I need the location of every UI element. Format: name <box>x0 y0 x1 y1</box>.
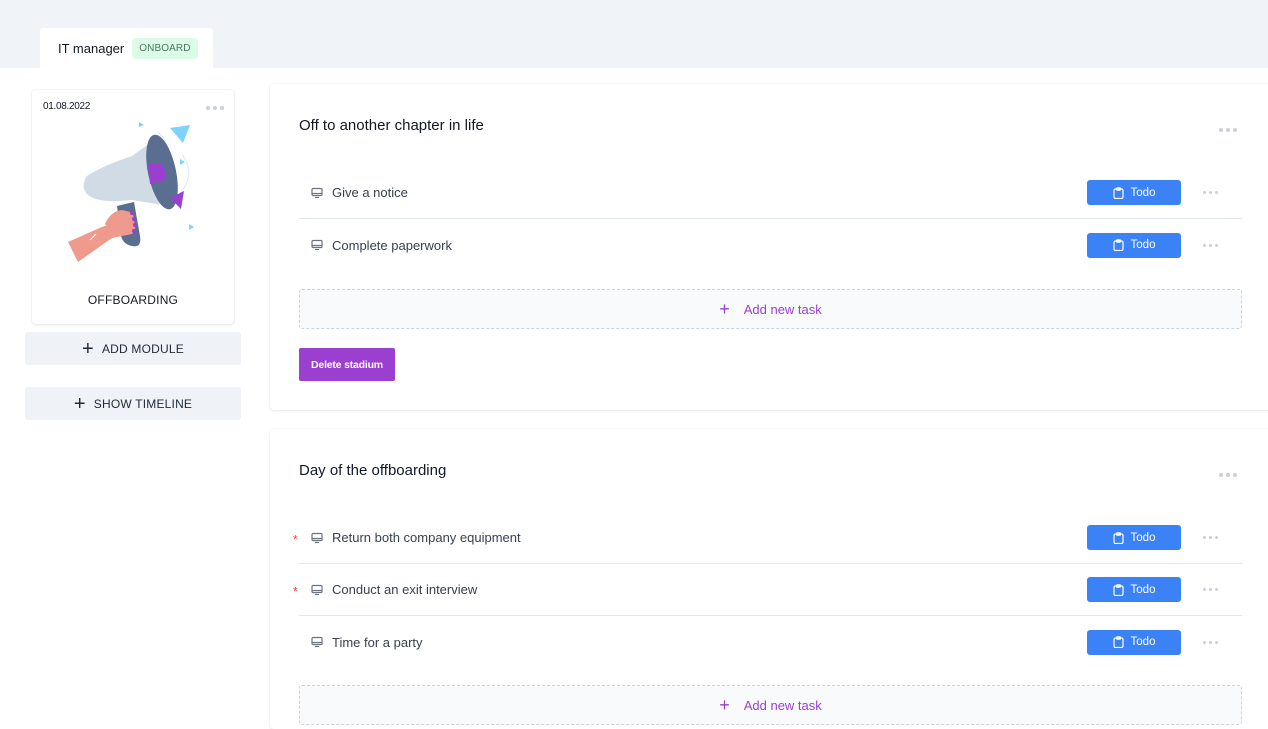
todo-label: Todo <box>1130 239 1156 251</box>
todo-label: Todo <box>1130 636 1156 648</box>
plus-icon: + <box>719 695 730 715</box>
todo-status-button[interactable]: Todo <box>1087 180 1181 205</box>
task-more-icon[interactable] <box>1203 588 1218 591</box>
task-more-icon[interactable] <box>1203 640 1218 644</box>
megaphone-illustration <box>68 122 194 262</box>
task-row[interactable]: * Return both company equipment Todo <box>293 512 1242 564</box>
stage-card: Day of the offboarding * Return both com… <box>270 429 1268 729</box>
task-row[interactable]: * Conduct an exit interview Todo <box>293 564 1242 616</box>
monitor-icon <box>311 636 323 648</box>
task-name: Give a notice <box>332 185 408 200</box>
show-timeline-button[interactable]: + SHOW TIMELINE <box>25 387 241 420</box>
task-more-icon[interactable] <box>1203 243 1218 247</box>
required-marker: * <box>293 531 298 546</box>
task-name: Complete paperwork <box>332 237 452 253</box>
todo-status-button[interactable]: Todo <box>1087 629 1181 655</box>
monitor-icon <box>311 187 323 198</box>
delete-stage-button[interactable]: Delete stadium <box>299 348 395 381</box>
plus-icon: + <box>73 392 86 415</box>
add-module-label: ADD MODULE <box>101 341 184 356</box>
stage-more-icon[interactable] <box>1219 128 1237 132</box>
task-row[interactable]: Time for a party Todo <box>299 616 1242 668</box>
task-more-icon[interactable] <box>1203 191 1218 194</box>
todo-label: Todo <box>1130 186 1156 199</box>
task-name: Conduct an exit interview <box>332 582 478 597</box>
module-title: OFFBOARDING <box>87 293 179 307</box>
module-date: 01.08.2022 <box>43 101 91 112</box>
required-marker: * <box>293 583 298 598</box>
clipboard-icon <box>1112 583 1124 596</box>
tab-it-manager[interactable]: IT manager ONBOARD <box>40 28 213 68</box>
task-name: Return both company equipment <box>332 530 521 545</box>
plus-icon: + <box>719 299 730 319</box>
top-bar: IT manager ONBOARD <box>0 0 1268 68</box>
task-row[interactable]: Give a notice Todo <box>299 167 1242 219</box>
todo-status-button[interactable]: Todo <box>1087 232 1181 258</box>
module-card[interactable]: 01.08.2022 OFFBOARDING <box>32 90 234 324</box>
add-task-label: Add new task <box>743 301 822 317</box>
monitor-icon <box>311 532 323 543</box>
task-row[interactable]: Complete paperwork Todo <box>299 219 1242 271</box>
todo-label: Todo <box>1130 531 1156 544</box>
clipboard-icon <box>1112 186 1124 199</box>
clipboard-icon <box>1112 531 1124 544</box>
todo-status-button[interactable]: Todo <box>1087 577 1181 602</box>
add-new-task-button[interactable]: + Add new task <box>299 685 1242 725</box>
stage-card: Off to another chapter in life Give a no… <box>270 84 1268 410</box>
monitor-icon <box>311 584 323 595</box>
stage-more-icon[interactable] <box>1219 473 1237 477</box>
add-module-button[interactable]: + ADD MODULE <box>25 332 241 365</box>
stage-title: Day of the offboarding <box>299 462 447 479</box>
todo-status-button[interactable]: Todo <box>1087 525 1181 550</box>
tab-label: IT manager <box>58 40 125 56</box>
stage-title: Off to another chapter in life <box>299 117 484 134</box>
status-badge: ONBOARD <box>132 37 198 59</box>
plus-icon: + <box>82 337 94 360</box>
add-new-task-button[interactable]: + Add new task <box>299 289 1242 329</box>
module-more-icon[interactable] <box>206 106 224 110</box>
clipboard-icon <box>1112 239 1124 251</box>
todo-label: Todo <box>1130 583 1156 596</box>
show-timeline-label: SHOW TIMELINE <box>93 396 193 411</box>
clipboard-icon <box>1112 636 1124 648</box>
task-more-icon[interactable] <box>1203 536 1218 539</box>
monitor-icon <box>311 239 323 251</box>
add-task-label: Add new task <box>743 697 822 713</box>
task-name: Time for a party <box>332 634 423 650</box>
